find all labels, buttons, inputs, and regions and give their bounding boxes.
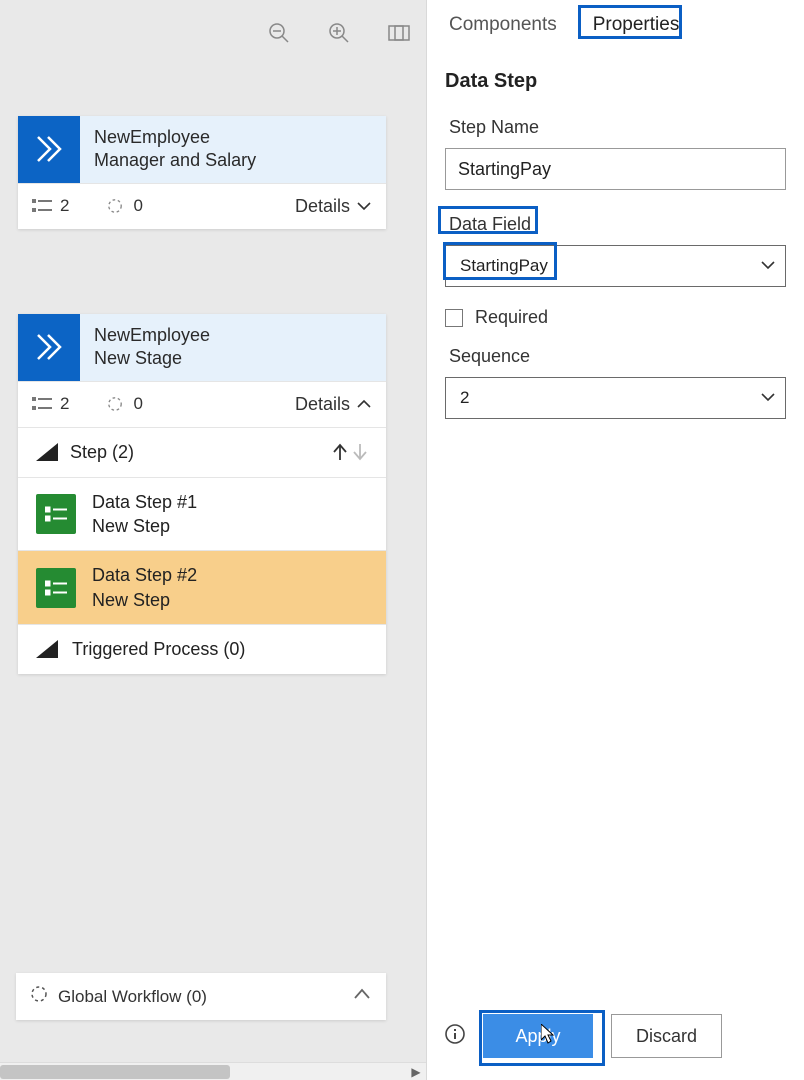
chevron-up-icon: [356, 398, 372, 410]
workflow-icon: [30, 985, 48, 1008]
step-name-label: Step Name: [445, 115, 543, 140]
tab-properties[interactable]: Properties: [589, 12, 684, 38]
scroll-right-icon[interactable]: ▶: [408, 1064, 424, 1080]
required-label: Required: [475, 307, 548, 328]
required-checkbox[interactable]: [445, 309, 463, 327]
sequence-select[interactable]: 2: [445, 377, 786, 419]
arrow-down-icon[interactable]: [352, 443, 368, 461]
triggers-count: 0: [105, 394, 142, 414]
stage-chevron-icon: [18, 116, 80, 183]
info-icon[interactable]: [445, 1024, 465, 1049]
stage-entity: NewEmployee: [94, 126, 256, 149]
data-field-label: Data Field: [445, 212, 535, 237]
chevron-down-icon: [761, 389, 775, 407]
data-step-icon: [36, 494, 76, 534]
stage-name: New Stage: [94, 347, 210, 370]
step-row-1[interactable]: Data Step #1 New Step: [18, 477, 386, 551]
stage-name: Manager and Salary: [94, 149, 256, 172]
stage-card-manager-salary[interactable]: NewEmployee Manager and Salary 2 0 D: [18, 116, 386, 229]
arrow-up-icon[interactable]: [332, 443, 348, 461]
steps-count: 2: [32, 394, 69, 414]
stage-card-new-stage[interactable]: NewEmployee New Stage 2 0 Details: [18, 314, 386, 674]
panel-section-title: Data Step: [445, 70, 786, 93]
canvas-toolbar: [264, 18, 414, 48]
fit-screen-icon[interactable]: [384, 18, 414, 48]
steps-header[interactable]: Step (2): [18, 427, 386, 477]
tab-components[interactable]: Components: [445, 12, 561, 38]
step-name-input[interactable]: [445, 148, 786, 190]
zoom-in-icon[interactable]: [324, 18, 354, 48]
data-field-select[interactable]: StartingPay: [445, 245, 786, 287]
global-workflow-bar[interactable]: Global Workflow (0): [16, 973, 386, 1020]
data-step-icon: [36, 568, 76, 608]
step-row-2[interactable]: Data Step #2 New Step: [18, 550, 386, 624]
details-toggle[interactable]: Details: [295, 196, 372, 217]
triangle-icon: [36, 640, 58, 658]
apply-button[interactable]: Apply: [483, 1014, 593, 1058]
horizontal-scrollbar[interactable]: ▶: [0, 1062, 426, 1080]
chevron-up-icon[interactable]: [352, 987, 372, 1006]
stage-chevron-icon: [18, 314, 80, 381]
steps-count: 2: [32, 196, 69, 216]
properties-panel: Components Properties Data Step Step Nam…: [426, 0, 804, 1080]
chevron-down-icon: [761, 257, 775, 275]
stage-entity: NewEmployee: [94, 324, 210, 347]
zoom-out-icon[interactable]: [264, 18, 294, 48]
stage-header[interactable]: NewEmployee New Stage: [18, 314, 386, 381]
details-toggle[interactable]: Details: [295, 394, 372, 415]
triangle-icon: [36, 443, 58, 461]
sequence-label: Sequence: [445, 344, 534, 369]
stage-header[interactable]: NewEmployee Manager and Salary: [18, 116, 386, 183]
triggers-count: 0: [105, 196, 142, 216]
triggered-process-row[interactable]: Triggered Process (0): [18, 624, 386, 674]
panel-footer: Apply Discard: [427, 996, 804, 1080]
discard-button[interactable]: Discard: [611, 1014, 722, 1058]
chevron-down-icon: [356, 200, 372, 212]
scrollbar-thumb[interactable]: [0, 1065, 230, 1079]
design-canvas: NewEmployee Manager and Salary 2 0 D: [0, 0, 426, 1080]
